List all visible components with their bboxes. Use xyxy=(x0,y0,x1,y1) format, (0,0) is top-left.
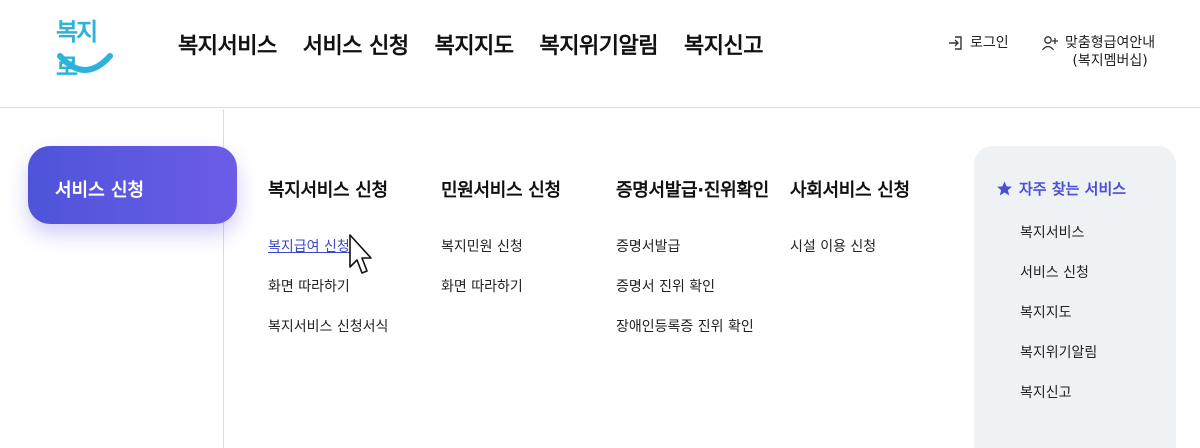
menu-column-civil-apply: 민원서비스 신청 복지민원 신청 화면 따라하기 xyxy=(441,176,561,318)
login-icon xyxy=(949,36,962,50)
favorites-title: 자주 찾는 서비스 xyxy=(1019,180,1127,198)
membership-link[interactable]: 맞춤형급여안내 (복지멤버십) xyxy=(1041,34,1155,70)
menu-column-title: 사회서비스 신청 xyxy=(790,180,910,201)
menu-column-title: 민원서비스 신청 xyxy=(441,180,561,201)
menu-link-facility-use-apply[interactable]: 시설 이용 신청 xyxy=(790,238,910,278)
favorites-header: 자주 찾는 서비스 xyxy=(996,178,1126,199)
menu-column-social-service: 사회서비스 신청 시설 이용 신청 xyxy=(790,176,910,278)
side-menu-active-label: 서비스 신청 xyxy=(55,180,145,201)
membership-label-line1: 맞춤형급여안내 xyxy=(1065,35,1156,51)
nav-service-apply[interactable]: 서비스 신청 xyxy=(303,28,409,60)
menu-column-certificate: 증명서발급·진위확인 증명서발급 증명서 진위 확인 장애인등록증 진위 확인 xyxy=(616,176,769,358)
mouse-pointer-icon xyxy=(349,234,372,274)
membership-label: 맞춤형급여안내 (복지멤버십) xyxy=(1065,34,1155,70)
star-icon xyxy=(997,181,1012,196)
logo-smile-icon xyxy=(57,53,113,73)
menu-link-disability-card-verify[interactable]: 장애인등록증 진위 확인 xyxy=(616,318,769,358)
user-add-icon xyxy=(1041,36,1058,51)
login-link[interactable]: 로그인 xyxy=(946,34,1009,52)
menu-link-application-forms[interactable]: 복지서비스 신청서식 xyxy=(268,318,388,358)
site-header: 복지로 복지서비스 서비스 신청 복지지도 복지위기알림 복지신고 로그인 맞춤… xyxy=(0,0,1200,108)
side-menu-active-item[interactable]: 서비스 신청 xyxy=(28,146,237,224)
main-nav: 복지서비스 서비스 신청 복지지도 복지위기알림 복지신고 xyxy=(178,28,763,60)
menu-link-civil-petition-apply[interactable]: 복지민원 신청 xyxy=(441,238,561,278)
favorites-list: 복지서비스 서비스 신청 복지지도 복지위기알림 복지신고 xyxy=(1020,224,1097,424)
site-logo[interactable]: 복지로 xyxy=(52,10,116,81)
menu-link-certificate-verify[interactable]: 증명서 진위 확인 xyxy=(616,278,769,318)
login-label: 로그인 xyxy=(970,35,1009,51)
nav-welfare-map[interactable]: 복지지도 xyxy=(435,28,514,60)
menu-link-certificate-issue[interactable]: 증명서발급 xyxy=(616,238,769,278)
favorite-link-crisis-alert[interactable]: 복지위기알림 xyxy=(1020,344,1097,384)
membership-label-line2: (복지멤버십) xyxy=(1072,53,1148,69)
nav-crisis-alert[interactable]: 복지위기알림 xyxy=(540,28,659,60)
menu-column-title: 증명서발급·진위확인 xyxy=(616,180,769,201)
menu-column-title: 복지서비스 신청 xyxy=(268,180,388,201)
nav-welfare-report[interactable]: 복지신고 xyxy=(684,28,763,60)
menu-link-screen-guide[interactable]: 화면 따라하기 xyxy=(441,278,561,318)
favorite-link-welfare-map[interactable]: 복지지도 xyxy=(1020,304,1097,344)
favorite-link-welfare-report[interactable]: 복지신고 xyxy=(1020,384,1097,424)
nav-welfare-service[interactable]: 복지서비스 xyxy=(178,28,277,60)
favorites-panel: 자주 찾는 서비스 복지서비스 서비스 신청 복지지도 복지위기알림 복지신고 xyxy=(974,146,1176,448)
favorite-link-welfare-service[interactable]: 복지서비스 xyxy=(1020,224,1097,264)
favorite-link-service-apply[interactable]: 서비스 신청 xyxy=(1020,264,1097,304)
